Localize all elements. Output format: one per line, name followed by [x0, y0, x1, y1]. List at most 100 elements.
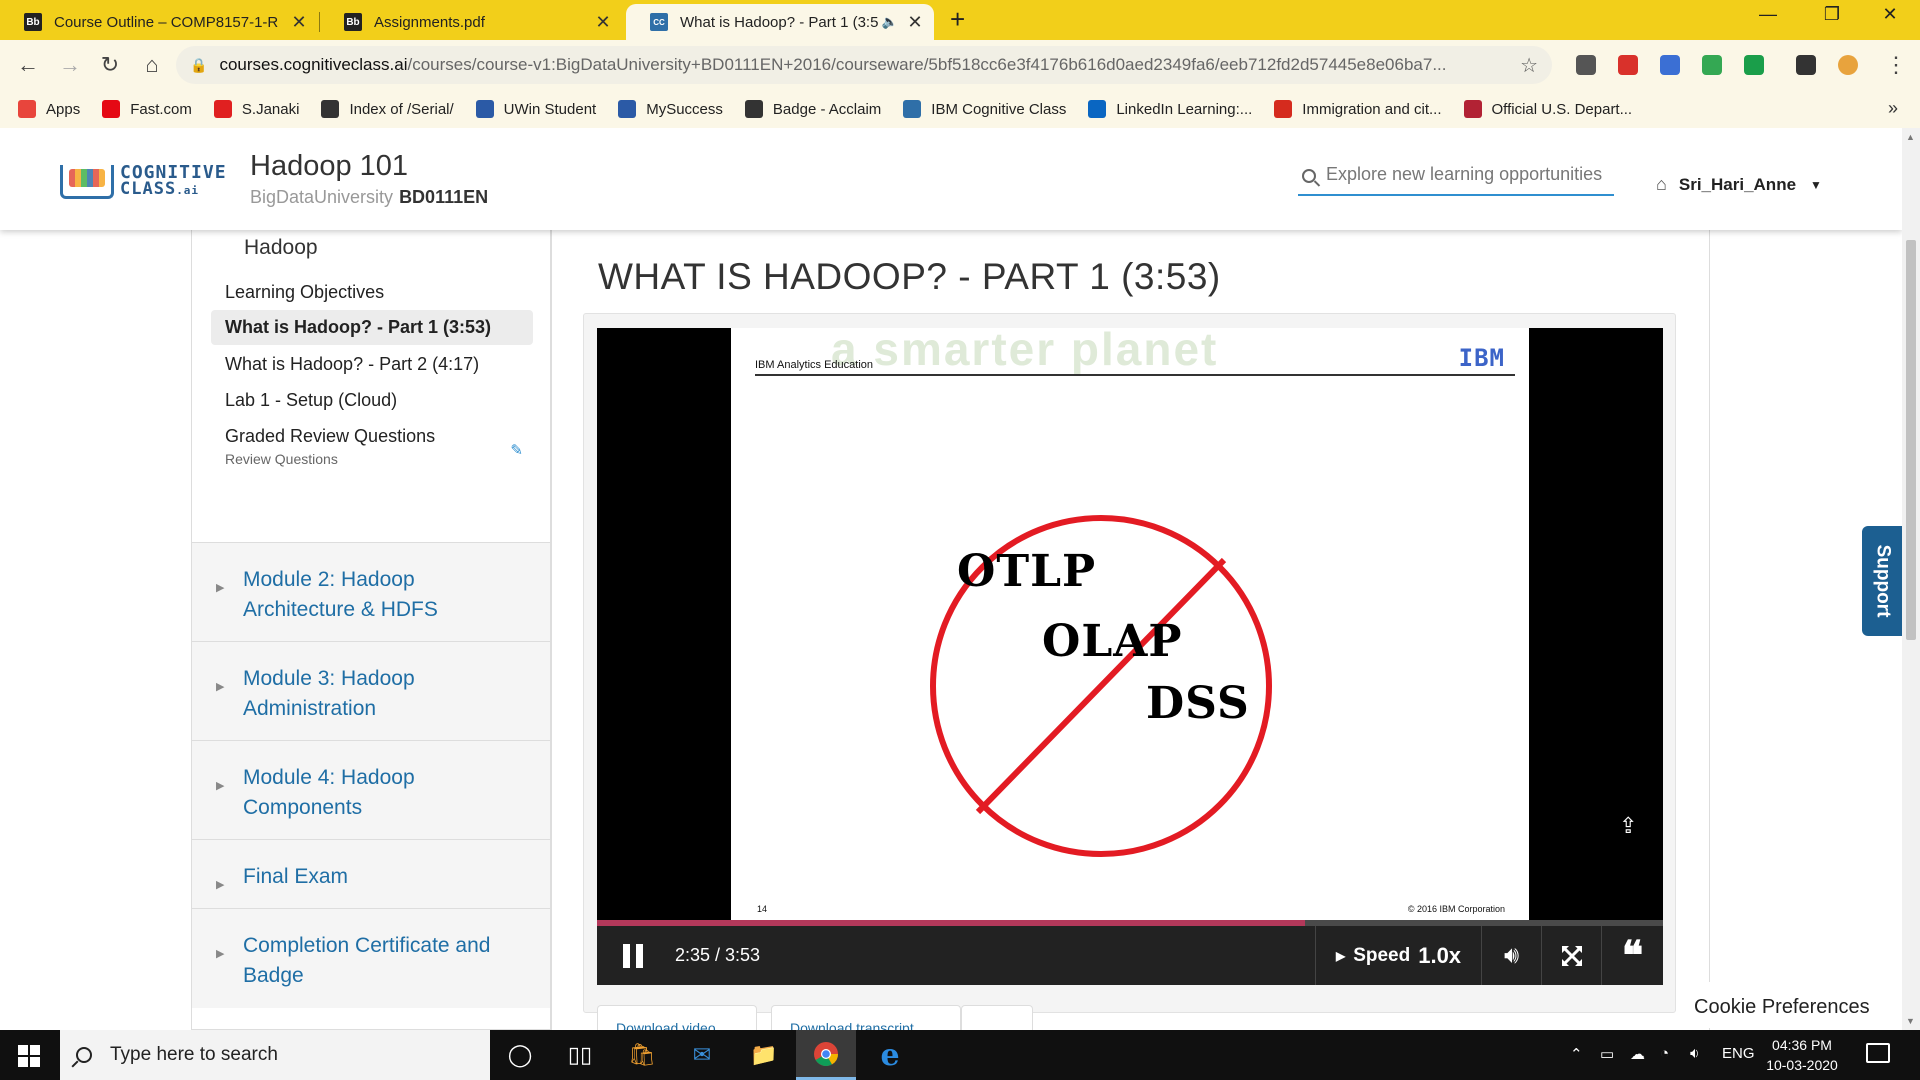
bookmark-item[interactable]: IBM Cognitive Class: [903, 100, 1066, 118]
bookmark-item[interactable]: Index of /Serial/: [321, 100, 454, 118]
bookmark-item[interactable]: S.Janaki: [213, 100, 299, 118]
scroll-down-icon[interactable]: ▼: [1906, 1016, 1915, 1026]
lesson-link[interactable]: Learning Objectives: [211, 275, 533, 310]
blackboard-favicon-icon: Bb: [24, 13, 42, 31]
video-player[interactable]: a smarter planet IBM Analytics Education…: [597, 328, 1663, 985]
download-more-link[interactable]: [961, 1005, 1033, 1030]
logo-text: COGNITIVE CLASS.ai: [120, 162, 227, 199]
chevron-down-icon[interactable]: ▼: [1810, 178, 1822, 192]
extension-icon[interactable]: [1796, 55, 1816, 75]
bookmark-item[interactable]: LinkedIn Learning:...: [1088, 100, 1252, 118]
onedrive-icon[interactable]: ☁: [1630, 1045, 1645, 1063]
extension-icon[interactable]: [1660, 55, 1680, 75]
skip-to-top-icon[interactable]: ⇪: [1619, 813, 1637, 839]
module-item[interactable]: ▶ Completion Certificate and Badge: [192, 908, 550, 1008]
transcript-toggle-button[interactable]: ❝: [1601, 926, 1663, 985]
system-clock[interactable]: 04:36 PM 10-03-2020: [1760, 1035, 1844, 1075]
user-menu[interactable]: ⌂ Sri_Hari_Anne ▼: [1656, 174, 1822, 195]
scrollbar-thumb[interactable]: [1906, 240, 1916, 640]
bookmark-item[interactable]: Apps: [18, 100, 80, 118]
lesson-link[interactable]: Lab 1 - Setup (Cloud): [211, 383, 533, 418]
reload-button[interactable]: ↻: [96, 52, 124, 78]
task-view-icon[interactable]: ▯▯: [550, 1030, 610, 1080]
bookmark-item[interactable]: Fast.com: [102, 100, 192, 118]
slide-page-number: 14: [757, 904, 768, 914]
battery-icon[interactable]: ▭: [1600, 1045, 1614, 1063]
module-item[interactable]: ▶ Final Exam: [192, 839, 550, 908]
download-video-link[interactable]: Download video: [597, 1005, 757, 1030]
bookmark-item[interactable]: Official U.S. Depart...: [1463, 100, 1632, 118]
profile-avatar-icon[interactable]: [1838, 55, 1858, 75]
slide-copyright: © 2016 IBM Corporation: [1407, 904, 1505, 914]
extension-icon[interactable]: [1702, 55, 1722, 75]
bookmarks-overflow-icon[interactable]: »: [1888, 98, 1898, 119]
restore-window-button[interactable]: ❐: [1812, 4, 1852, 25]
lock-icon[interactable]: 🔒: [190, 57, 207, 74]
browser-tab-assignments[interactable]: Bb Assignments.pdf ✕: [320, 4, 622, 40]
tab-close-icon[interactable]: ✕: [594, 12, 612, 33]
blackboard-favicon-icon: Bb: [344, 13, 362, 31]
bookmark-item[interactable]: MySuccess: [618, 100, 723, 118]
speed-button[interactable]: ▶ Speed 1.0x: [1315, 926, 1481, 985]
back-button[interactable]: ←: [14, 52, 42, 78]
home-button[interactable]: ⌂: [138, 52, 166, 78]
dashboard-home-icon[interactable]: ⌂: [1656, 174, 1667, 195]
store-icon[interactable]: 🛍: [612, 1030, 672, 1080]
language-indicator[interactable]: ENG: [1722, 1045, 1755, 1062]
file-explorer-icon[interactable]: 📁: [734, 1030, 794, 1080]
tab-close-icon[interactable]: ✕: [290, 12, 308, 33]
bookmark-item[interactable]: UWin Student: [475, 100, 596, 118]
address-bar[interactable]: 🔒 courses.cognitiveclass.ai/courses/cour…: [176, 46, 1552, 84]
extension-icon[interactable]: [1744, 55, 1764, 75]
bookmark-star-icon[interactable]: ☆: [1520, 53, 1538, 78]
scroll-up-icon[interactable]: ▲: [1906, 132, 1915, 142]
url-text[interactable]: courses.cognitiveclass.ai/courses/course…: [219, 55, 1520, 75]
lesson-link-current[interactable]: What is Hadoop? - Part 1 (3:53): [211, 310, 533, 345]
extension-icon[interactable]: [1618, 55, 1638, 75]
module-item[interactable]: ▶ Module 3: Hadoop Administration: [192, 641, 550, 740]
page-scrollbar[interactable]: ▲ ▼: [1902, 128, 1920, 1030]
windows-start-icon[interactable]: [18, 1045, 40, 1067]
slide-word: OLAP: [1042, 616, 1183, 667]
volume-button[interactable]: 🔊︎: [1481, 926, 1541, 985]
cognitive-class-logo[interactable]: COGNITIVE CLASS.ai: [60, 164, 227, 199]
tab-close-icon[interactable]: ✕: [906, 12, 924, 33]
notifications-icon[interactable]: [1866, 1043, 1890, 1063]
new-tab-button[interactable]: +: [950, 4, 965, 35]
course-search-field[interactable]: Explore new learning opportunities: [1298, 164, 1614, 196]
globe-icon: [321, 100, 340, 118]
minimize-window-button[interactable]: —: [1748, 4, 1788, 25]
download-transcript-link[interactable]: Download transcript: [771, 1005, 961, 1030]
audio-playing-icon[interactable]: 🔈: [882, 14, 898, 30]
forward-button[interactable]: →: [56, 52, 84, 78]
cortana-icon[interactable]: ◯: [490, 1030, 550, 1080]
pause-button[interactable]: [609, 926, 657, 985]
tray-chevron-icon[interactable]: ⌃: [1570, 1045, 1583, 1063]
browser-tab-what-is-hadoop[interactable]: CC What is Hadoop? - Part 1 (3:5 🔈 ✕: [626, 4, 934, 40]
browser-menu-icon[interactable]: ⋮: [1882, 52, 1910, 78]
fullscreen-button[interactable]: [1541, 926, 1601, 985]
taskbar-search-box[interactable]: Type here to search: [60, 1030, 490, 1080]
module-item[interactable]: ▶ Module 2: Hadoop Architecture & HDFS: [192, 542, 550, 641]
close-window-button[interactable]: ✕: [1870, 4, 1910, 25]
username[interactable]: Sri_Hari_Anne: [1679, 175, 1796, 195]
course-navigation: Hadoop Learning Objectives What is Hadoo…: [191, 230, 551, 1030]
tab-title: What is Hadoop? - Part 1 (3:5: [680, 13, 878, 31]
network-icon[interactable]: ◔: [1660, 1045, 1669, 1062]
chrome-icon[interactable]: [796, 1030, 856, 1080]
browser-tab-course-outline[interactable]: Bb Course Outline – COMP8157-1-R ✕: [0, 4, 318, 40]
cookie-preferences-link[interactable]: Cookie Preferences: [1676, 982, 1902, 1028]
mail-icon[interactable]: ✉: [672, 1030, 732, 1080]
bookmark-label: Fast.com: [130, 100, 192, 118]
lesson-link-graded[interactable]: Graded Review Questions Review Questions…: [211, 419, 533, 474]
volume-icon[interactable]: 🔉︎: [1690, 1045, 1699, 1062]
extension-icon[interactable]: [1576, 55, 1596, 75]
bookmark-item[interactable]: Immigration and cit...: [1274, 100, 1442, 118]
lesson-link[interactable]: What is Hadoop? - Part 2 (4:17): [211, 347, 533, 382]
edge-icon[interactable]: e: [860, 1030, 920, 1080]
speed-triangle-icon: ▶: [1335, 948, 1346, 963]
slide-rule: [755, 374, 1515, 376]
module-item[interactable]: ▶ Module 4: Hadoop Components: [192, 740, 550, 839]
support-tab[interactable]: Support: [1862, 526, 1902, 636]
bookmark-item[interactable]: Badge - Acclaim: [744, 100, 881, 118]
